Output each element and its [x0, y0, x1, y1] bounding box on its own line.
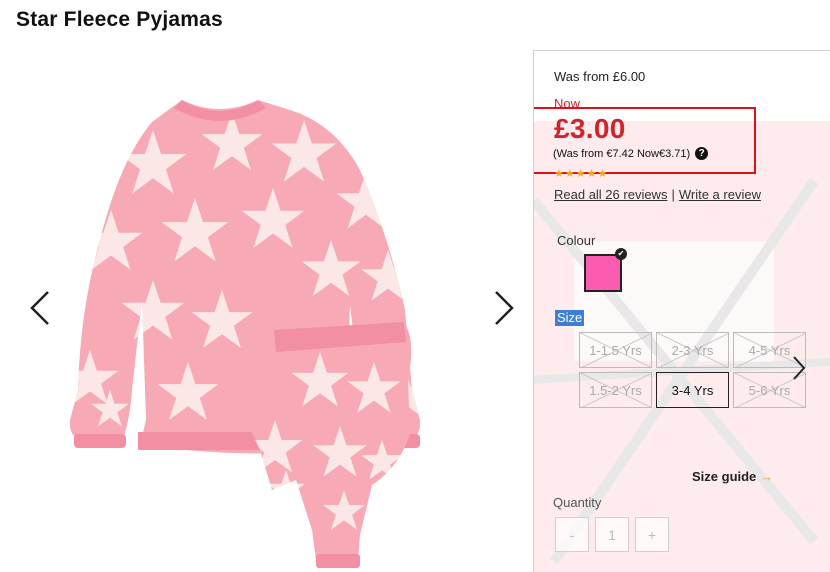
colour-swatch-pink[interactable] [584, 254, 622, 292]
price-highlight-box [534, 107, 756, 174]
gallery-prev-arrow-icon[interactable] [26, 288, 56, 328]
size-option[interactable]: 1.5-2 Yrs [579, 372, 652, 408]
product-details-panel: Was from £6.00 Now £3.00 (Was from €7.42… [533, 50, 830, 572]
colour-label: Colour [557, 233, 596, 248]
read-reviews-link[interactable]: Read all 26 reviews [554, 187, 667, 202]
product-title: Star Fleece Pyjamas [16, 8, 223, 31]
sizes-next-arrow-icon[interactable] [790, 353, 808, 383]
size-option[interactable]: 1-1.5 Yrs [579, 332, 652, 368]
quantity-label: Quantity [553, 495, 602, 510]
write-review-link[interactable]: Write a review [679, 187, 761, 202]
reviews-separator: | [671, 187, 675, 202]
size-option-selected[interactable]: 3-4 Yrs [656, 372, 729, 408]
quantity-field[interactable]: 1 [595, 517, 629, 552]
quantity-minus-button[interactable]: - [555, 517, 589, 552]
rating-stars-icon: ★★★★★ [554, 168, 609, 180]
product-gallery [0, 50, 520, 572]
size-options: 1-1.5 Yrs 2-3 Yrs 4-5 Yrs 1.5-2 Yrs 3-4 … [579, 332, 815, 412]
size-guide-link[interactable]: Size guide → [692, 469, 773, 484]
product-image [69, 100, 421, 568]
quantity-stepper: - 1 + [555, 517, 669, 552]
was-price: Was from £6.00 [554, 69, 646, 84]
size-guide-label: Size guide [692, 469, 757, 484]
gallery-next-arrow-icon[interactable] [488, 288, 518, 328]
size-option[interactable]: 2-3 Yrs [656, 332, 729, 368]
quantity-plus-button[interactable]: + [635, 517, 669, 552]
arrow-right-icon: → [760, 469, 774, 484]
check-icon: ✔ [615, 248, 627, 260]
reviews-links: Read all 26 reviews | Write a review [554, 187, 761, 202]
size-label: Size [555, 310, 585, 326]
